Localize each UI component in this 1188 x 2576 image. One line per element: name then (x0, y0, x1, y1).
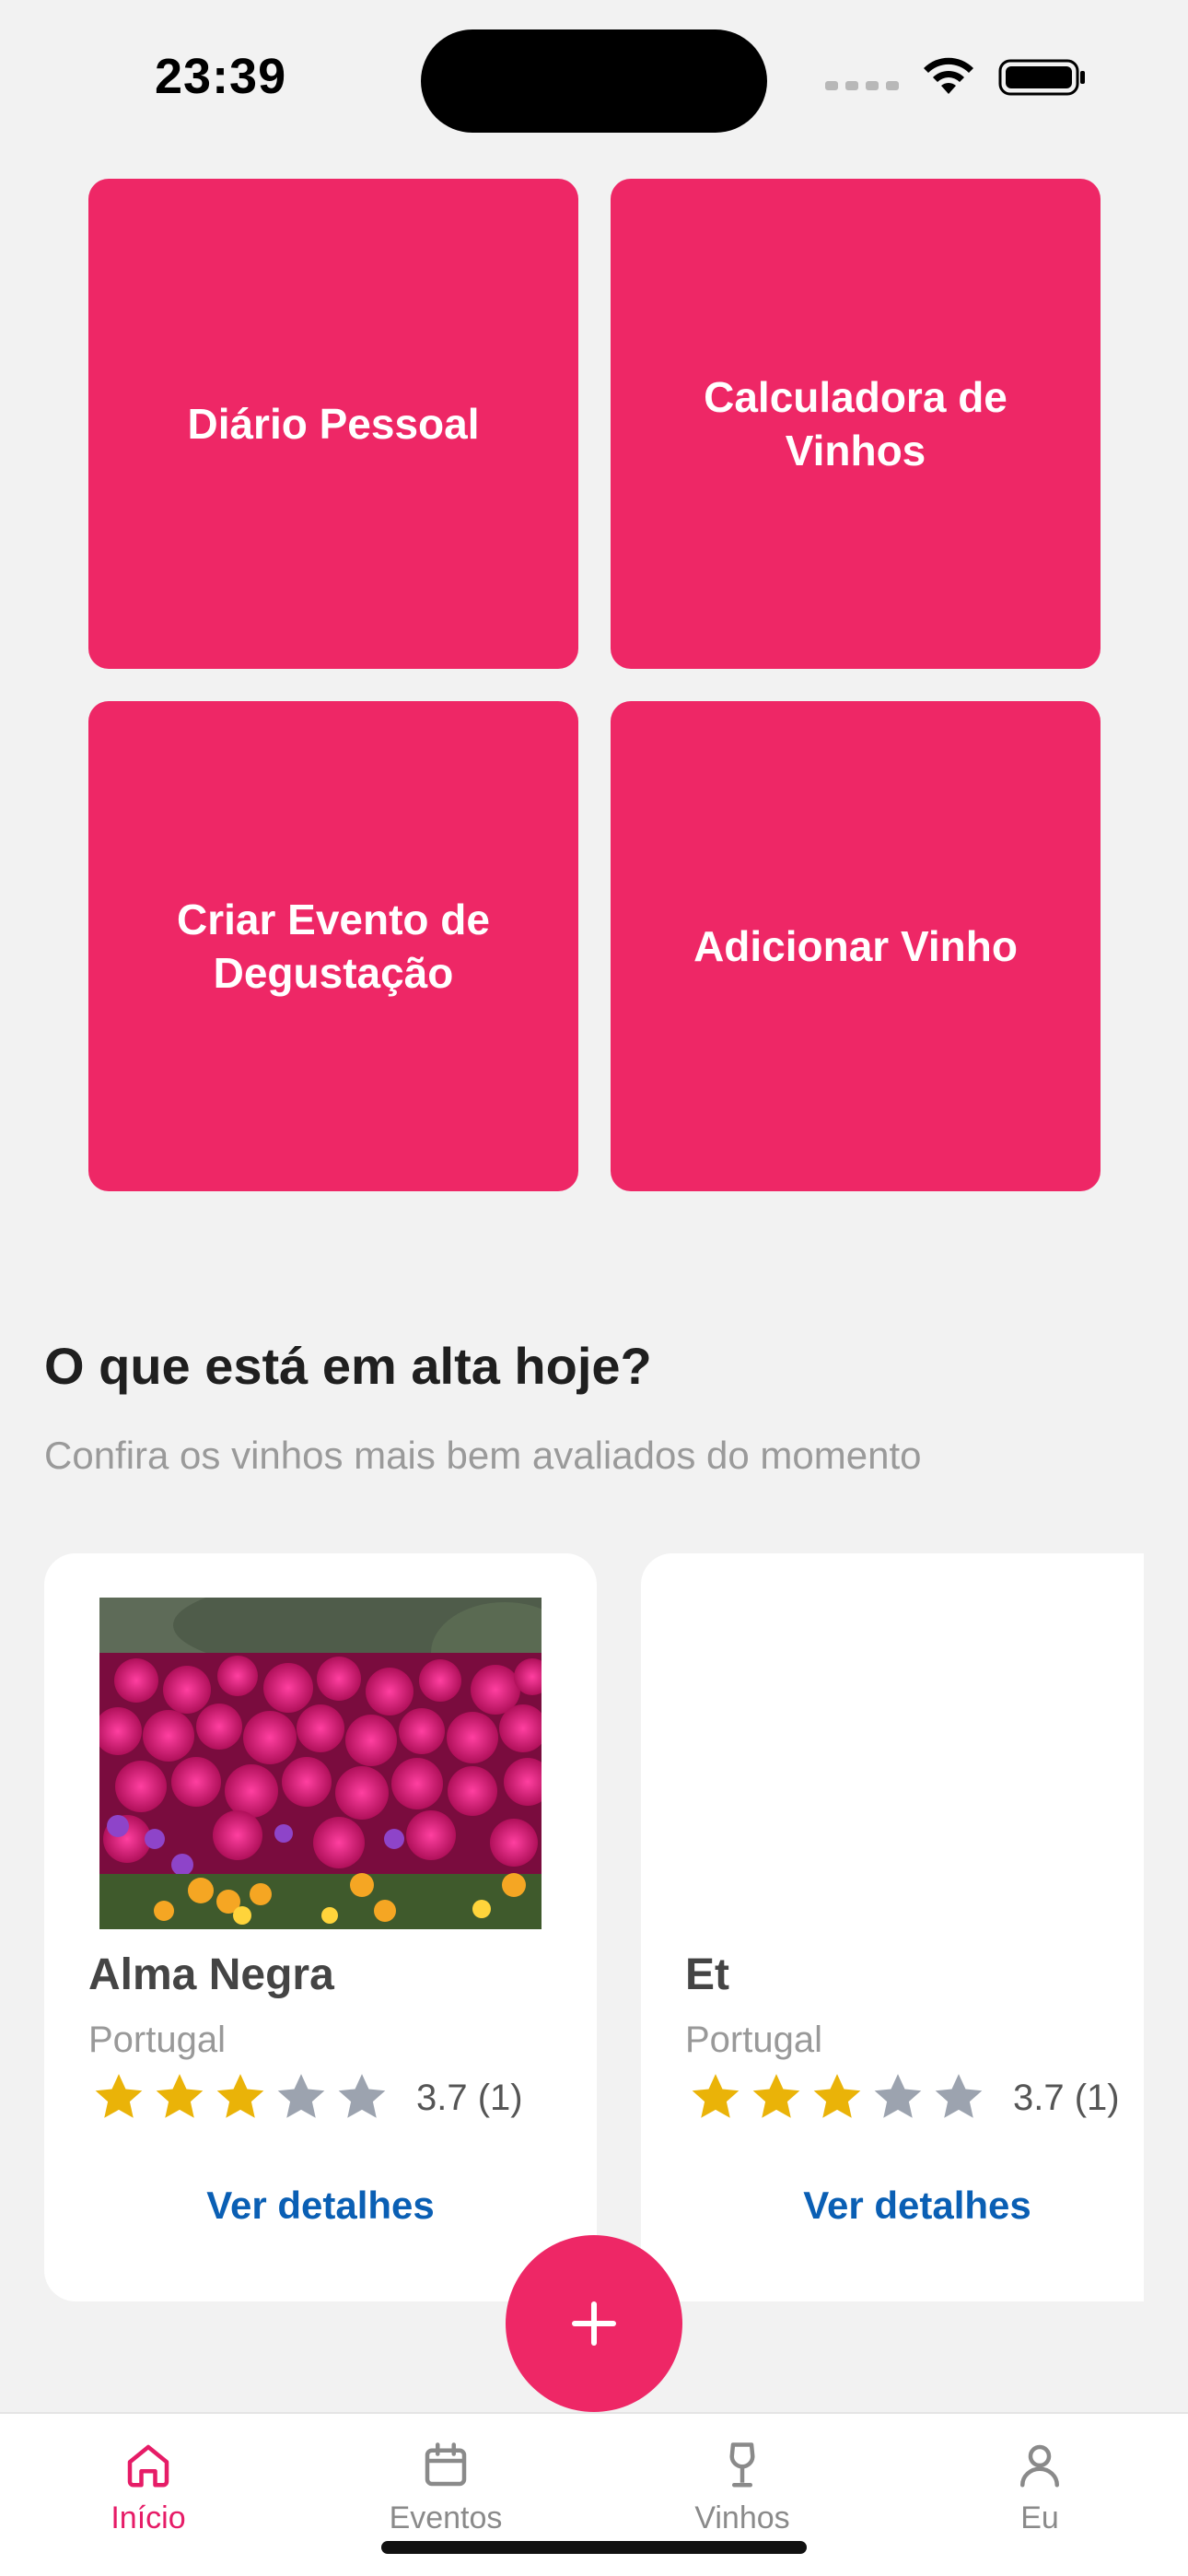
star-filled-icon (95, 2074, 143, 2118)
star-empty-icon (338, 2074, 386, 2118)
tab-home[interactable]: Início (56, 2438, 240, 2536)
dynamic-island (421, 29, 767, 133)
tile-label: Criar Evento de Degustação (177, 896, 490, 997)
star-empty-icon (874, 2074, 922, 2118)
tab-label: Eu (1020, 2500, 1059, 2535)
home-indicator[interactable] (381, 2541, 807, 2554)
battery-icon (998, 59, 1085, 96)
tab-wines[interactable]: Vinhos (650, 2438, 834, 2536)
status-icons (825, 57, 1087, 98)
status-time: 23:39 (155, 49, 287, 104)
star-filled-icon (692, 2074, 740, 2118)
wine-card[interactable]: Et Portugal 3.7 (1) Ver detalhes (641, 1553, 1144, 2301)
rating-value: 3.7 (1) (416, 2077, 523, 2118)
tile-label: Calculadora de Vinhos (704, 373, 1007, 474)
wine-rating: 3.7 (1) (88, 2069, 523, 2126)
star-empty-icon (935, 2074, 983, 2118)
tab-label: Início (111, 2500, 186, 2535)
wine-country: Portugal (88, 2020, 226, 2060)
wine-rating: 3.7 (1) (685, 2069, 1120, 2126)
plus-icon (572, 2301, 616, 2346)
star-empty-icon (277, 2074, 325, 2118)
rating-value: 3.7 (1) (1013, 2077, 1120, 2118)
tab-label: Eventos (389, 2500, 503, 2535)
wifi-icon (924, 57, 973, 94)
add-fab-button[interactable] (506, 2235, 682, 2412)
wine-glass-icon (729, 2442, 755, 2488)
tile-label: Diário Pessoal (187, 400, 480, 448)
tile-personal-diary[interactable]: Diário Pessoal (88, 179, 578, 669)
wine-name: Et (685, 1950, 729, 1999)
cellular-signal-icon (825, 81, 899, 90)
wine-photo (99, 1598, 542, 1929)
wine-name: Alma Negra (88, 1950, 334, 1999)
tab-me[interactable]: Eu (948, 2438, 1132, 2536)
trending-subtitle: Confira os vinhos mais bem avaliados do … (44, 1434, 922, 1477)
star-filled-icon (156, 2074, 204, 2118)
tile-create-tasting-event[interactable]: Criar Evento de Degustação (88, 701, 578, 1191)
tab-label: Vinhos (694, 2500, 790, 2535)
view-details-link[interactable]: Ver detalhes (641, 2184, 1188, 2228)
tile-label: Adicionar Vinho (693, 922, 1018, 970)
tab-events[interactable]: Eventos (354, 2438, 538, 2536)
tile-wine-calculator[interactable]: Calculadora de Vinhos (611, 179, 1101, 669)
trending-title: O que está em alta hoje? (44, 1337, 652, 1395)
wine-country: Portugal (685, 2020, 822, 2060)
tile-add-wine[interactable]: Adicionar Vinho (611, 701, 1101, 1191)
home-icon (127, 2444, 169, 2488)
star-filled-icon (813, 2074, 861, 2118)
star-filled-icon (752, 2074, 800, 2118)
person-icon (1020, 2444, 1059, 2488)
wine-card[interactable]: Alma Negra Portugal 3.7 (1) Ver detalhes (44, 1553, 597, 2301)
star-filled-icon (216, 2074, 264, 2118)
home-screen: 23:39 Diário Pessoal Calculadora de Vinh… (0, 0, 1188, 2576)
calendar-icon (425, 2442, 467, 2487)
view-details-link[interactable]: Ver detalhes (44, 2184, 597, 2228)
